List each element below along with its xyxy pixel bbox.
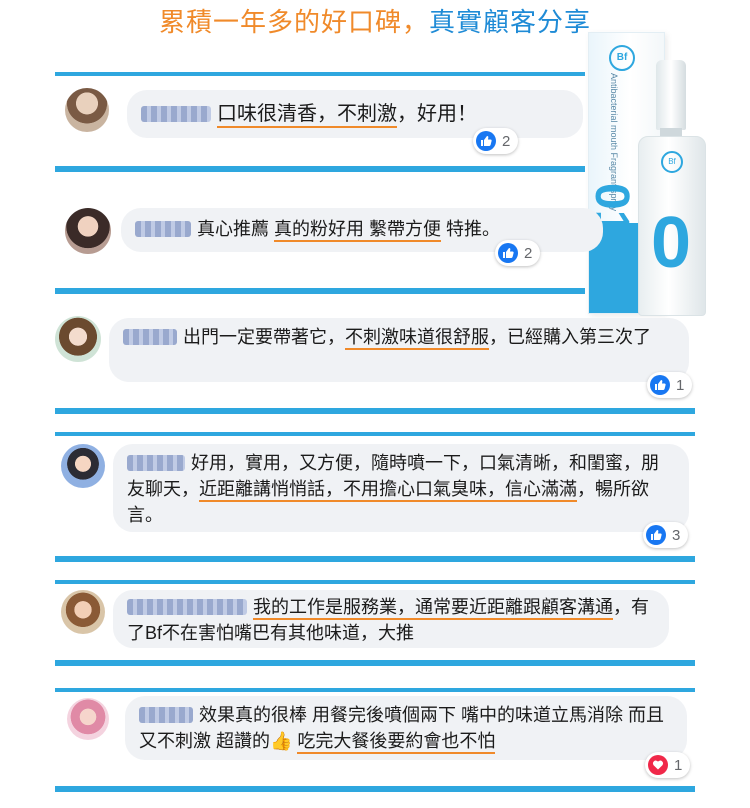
reaction-count: 1 [674, 756, 683, 774]
card-bottom-bar [55, 408, 695, 414]
card-top-bar [55, 688, 695, 692]
blurred-username [127, 599, 247, 615]
avatar [55, 316, 101, 362]
highlighted-phrase: 不刺激味道很舒服 [345, 327, 489, 350]
title-orange: 累積一年多的好口碑， [158, 7, 429, 37]
card-top-bar [55, 432, 695, 436]
blurred-username [139, 707, 193, 723]
card-bottom-bar [55, 288, 585, 294]
thumbs-up-icon [650, 375, 670, 395]
blurred-username [123, 329, 177, 345]
highlighted-phrase: 口味很清香，不刺激 [217, 103, 397, 128]
box-logo: Bf [609, 45, 635, 71]
heart-icon [648, 755, 668, 775]
blurred-username [141, 106, 211, 122]
highlighted-phrase: 我的工作是服務業，通常要近距離跟顧客溝通 [253, 597, 613, 620]
comment-bubble: 效果真的很棒 用餐完後噴個兩下 嘴中的味道立馬消除 而且又不刺激 超讚的👍 吃完… [125, 696, 687, 760]
review-card: 口味很清香，不刺激，好用！ 2 [55, 72, 695, 172]
avatar [61, 444, 105, 488]
comment-phrase: ，已經購入第三次了 [489, 327, 651, 347]
highlighted-phrase: 真的粉好用 繫帶方便 [274, 219, 442, 242]
title-blue: 真實顧客分享 [429, 7, 592, 37]
highlighted-phrase: 吃完大餐後要約會也不怕 [297, 731, 496, 754]
avatar [65, 88, 109, 132]
comment-phrase: ，好用！ [397, 103, 477, 125]
card-top-bar [55, 580, 695, 584]
comment-text: 效果真的很棒 用餐完後噴個兩下 嘴中的味道立馬消除 而且又不刺激 超讚的👍 吃完… [139, 705, 664, 754]
reaction-count: 2 [502, 132, 511, 150]
review-card: 效果真的很棒 用餐完後噴個兩下 嘴中的味道立馬消除 而且又不刺激 超讚的👍 吃完… [55, 688, 695, 792]
reaction-count: 2 [524, 244, 533, 262]
avatar [67, 698, 109, 740]
comment-phrase: 特推。 [441, 219, 501, 239]
comment-text: 真心推薦 真的粉好用 繫帶方便 特推。 [197, 219, 500, 242]
card-bottom-bar [55, 166, 585, 172]
reaction-badge[interactable]: 1 [647, 372, 693, 398]
card-bottom-bar [55, 786, 695, 792]
comment-bubble: 出門一定要帶著它，不刺激味道很舒服，已經購入第三次了 [109, 318, 689, 382]
reaction-badge[interactable]: 2 [495, 240, 541, 266]
reaction-count: 3 [672, 526, 681, 544]
review-card: 我的工作是服務業，通常要近距離跟顧客溝通，有了Bf不在害怕嘴巴有其他味道，大推 [55, 580, 695, 666]
comment-phrase: 出門一定要帶著它， [183, 327, 345, 347]
comment-text: 口味很清香，不刺激，好用！ [217, 103, 477, 128]
avatar [61, 590, 105, 634]
card-bottom-bar [55, 660, 695, 666]
comment-phrase: 真心推薦 [197, 219, 275, 239]
card-top-bar [55, 72, 585, 76]
comment-bubble: 好用，實用，又方便，隨時噴一下，口氣清晰，和閨蜜，朋友聊天，近距離講悄悄話，不用… [113, 444, 689, 532]
reaction-badge[interactable]: 3 [643, 522, 689, 548]
avatar [65, 208, 111, 254]
comment-bubble: 我的工作是服務業，通常要近距離跟顧客溝通，有了Bf不在害怕嘴巴有其他味道，大推 [113, 590, 669, 648]
highlighted-phrase: 近距離講悄悄話，不用擔心口氣臭味，信心滿滿 [199, 479, 577, 502]
reaction-badge[interactable]: 2 [473, 128, 519, 154]
reaction-badge[interactable]: 1 [645, 752, 691, 778]
thumbs-up-icon [646, 525, 666, 545]
thumbs-up-icon [498, 243, 518, 263]
comment-bubble: 口味很清香，不刺激，好用！ [127, 90, 583, 138]
comment-text: 出門一定要帶著它，不刺激味道很舒服，已經購入第三次了 [183, 327, 651, 350]
comment-text: 好用，實用，又方便，隨時噴一下，口氣清晰，和閨蜜，朋友聊天，近距離講悄悄話，不用… [127, 453, 659, 525]
review-card: 真心推薦 真的粉好用 繫帶方便 特推。 2 [55, 194, 695, 294]
blurred-username [135, 221, 191, 237]
blurred-username [127, 455, 185, 471]
review-card: 好用，實用，又方便，隨時噴一下，口氣清晰，和閨蜜，朋友聊天，近距離講悄悄話，不用… [55, 432, 695, 562]
review-card: 出門一定要帶著它，不刺激味道很舒服，已經購入第三次了 1 [55, 310, 695, 414]
card-bottom-bar [55, 556, 695, 562]
reaction-count: 1 [676, 376, 685, 394]
thumbs-up-icon [476, 131, 496, 151]
